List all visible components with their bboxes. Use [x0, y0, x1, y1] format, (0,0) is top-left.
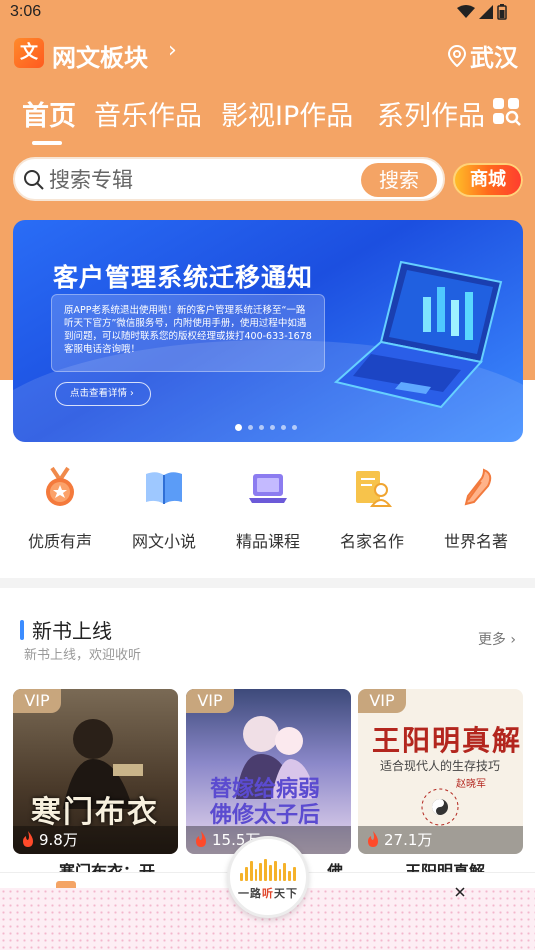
tab-home[interactable]: 首页: [22, 94, 76, 145]
category-label: 名家名作: [339, 532, 404, 551]
status-icons: [457, 4, 507, 20]
flame-icon: [368, 831, 378, 847]
laptop-icon: [249, 474, 287, 503]
center-play-button[interactable]: 一路听天下: [227, 836, 309, 918]
quill-icon: [464, 468, 492, 506]
battery-icon: [497, 4, 507, 20]
medal-icon: [46, 466, 74, 506]
vip-badge: VIP: [13, 689, 61, 713]
search-button[interactable]: 搜索: [361, 163, 437, 197]
search-input[interactable]: [49, 167, 349, 193]
top-header: 文 网文板块 › 武汉: [14, 36, 522, 72]
app-logo-icon: 文: [14, 38, 44, 68]
chevron-right-icon[interactable]: ›: [168, 38, 177, 63]
category-item-web-novel[interactable]: 网文小说: [114, 460, 214, 552]
equalizer-icon: [240, 859, 296, 881]
tab-film-ip[interactable]: 影视IP作品: [221, 94, 353, 133]
book-cover-title: 替嫁给病弱佛修太子后: [210, 777, 321, 828]
category-label: 优质有声: [27, 532, 92, 551]
banner-pagination: [235, 424, 297, 431]
flame-icon: [196, 831, 206, 847]
pagination-dot[interactable]: [235, 424, 242, 431]
section-accent-bar: [20, 620, 24, 640]
pagination-dot[interactable]: [248, 425, 253, 430]
status-bar: 3:06: [0, 0, 535, 26]
category-item-world-classics[interactable]: 世界名著: [426, 460, 526, 552]
search-icon: [24, 170, 44, 190]
play-count: 27.1万: [358, 826, 523, 854]
book-card[interactable]: 王阳明真解 适合现代人的生存技巧 赵晓军 VIP 27.1万: [358, 689, 523, 854]
wifi-icon: [457, 5, 475, 18]
tab-grid-icon[interactable]: [491, 96, 521, 126]
laptop-illustration-icon: [333, 260, 503, 409]
taiji-icon: [421, 788, 459, 826]
location-pin-icon: [448, 44, 466, 67]
book-cover-subtitle: 适合现代人的生存技巧: [380, 759, 501, 773]
book-icon: [146, 472, 182, 504]
category-label: 网文小说: [131, 532, 196, 551]
search-bar: 搜索: [13, 157, 445, 201]
banner-detail-label: 点击查看详情: [70, 388, 128, 399]
more-link[interactable]: 更多 ›: [478, 629, 516, 649]
banner-detail-button[interactable]: 点击查看详情 ›: [55, 382, 151, 406]
section-switch-title[interactable]: 网文板块: [52, 38, 148, 73]
signal-icon: [479, 5, 493, 19]
pagination-dot[interactable]: [270, 425, 275, 430]
book-card[interactable]: 寒门布衣 VIP 9.8万: [13, 689, 178, 854]
book-cover-title: 寒门布衣: [31, 795, 159, 830]
close-icon[interactable]: [455, 887, 465, 897]
category-item-quality-audio[interactable]: 优质有声: [10, 460, 110, 552]
category-item-masterpieces[interactable]: 名家名作: [322, 460, 422, 552]
tab-series[interactable]: 系列作品: [377, 94, 485, 133]
promo-banner[interactable]: 客户管理系统迁移通知 原APP老系统退出使用啦！新的客户管理系统迁移至“一路听天…: [13, 220, 523, 442]
category-item-courses[interactable]: 精品课程: [218, 460, 318, 552]
location-selector[interactable]: 武汉: [448, 38, 518, 73]
section-title: 新书上线: [32, 619, 112, 643]
pagination-dot[interactable]: [292, 425, 297, 430]
vip-badge: VIP: [186, 689, 234, 713]
city-label: 武汉: [470, 44, 518, 72]
section-divider: [0, 578, 535, 588]
book-cover-title: 王阳明真解: [372, 724, 523, 757]
status-time: 3:06: [10, 3, 42, 20]
category-tabs: 首页 音乐作品 影视IP作品 系列作品: [20, 90, 535, 145]
pagination-dot[interactable]: [281, 425, 286, 430]
section-subtitle: 新书上线，欢迎收听: [24, 648, 142, 663]
vip-badge: VIP: [358, 689, 406, 713]
category-label: 世界名著: [443, 532, 508, 551]
category-grid: 优质有声 网文小说 精品课程 名家名作 世界名著: [0, 460, 535, 570]
flame-icon: [23, 831, 33, 847]
category-label: 精品课程: [235, 532, 300, 551]
book-card[interactable]: 替嫁给病弱佛修太子后 VIP 15.5万: [186, 689, 351, 854]
pagination-dot[interactable]: [259, 425, 264, 430]
banner-body: 原APP老系统退出使用啦！新的客户管理系统迁移至“一路听天下官方”微信服务号，内…: [51, 294, 325, 372]
mall-button[interactable]: 商城: [453, 163, 523, 197]
play-count: 9.8万: [13, 826, 178, 854]
banner-title: 客户管理系统迁移通知: [53, 263, 314, 292]
tab-music[interactable]: 音乐作品: [94, 94, 202, 133]
author-doc-icon: [356, 471, 393, 507]
brand-label: 一路听天下: [238, 887, 298, 900]
